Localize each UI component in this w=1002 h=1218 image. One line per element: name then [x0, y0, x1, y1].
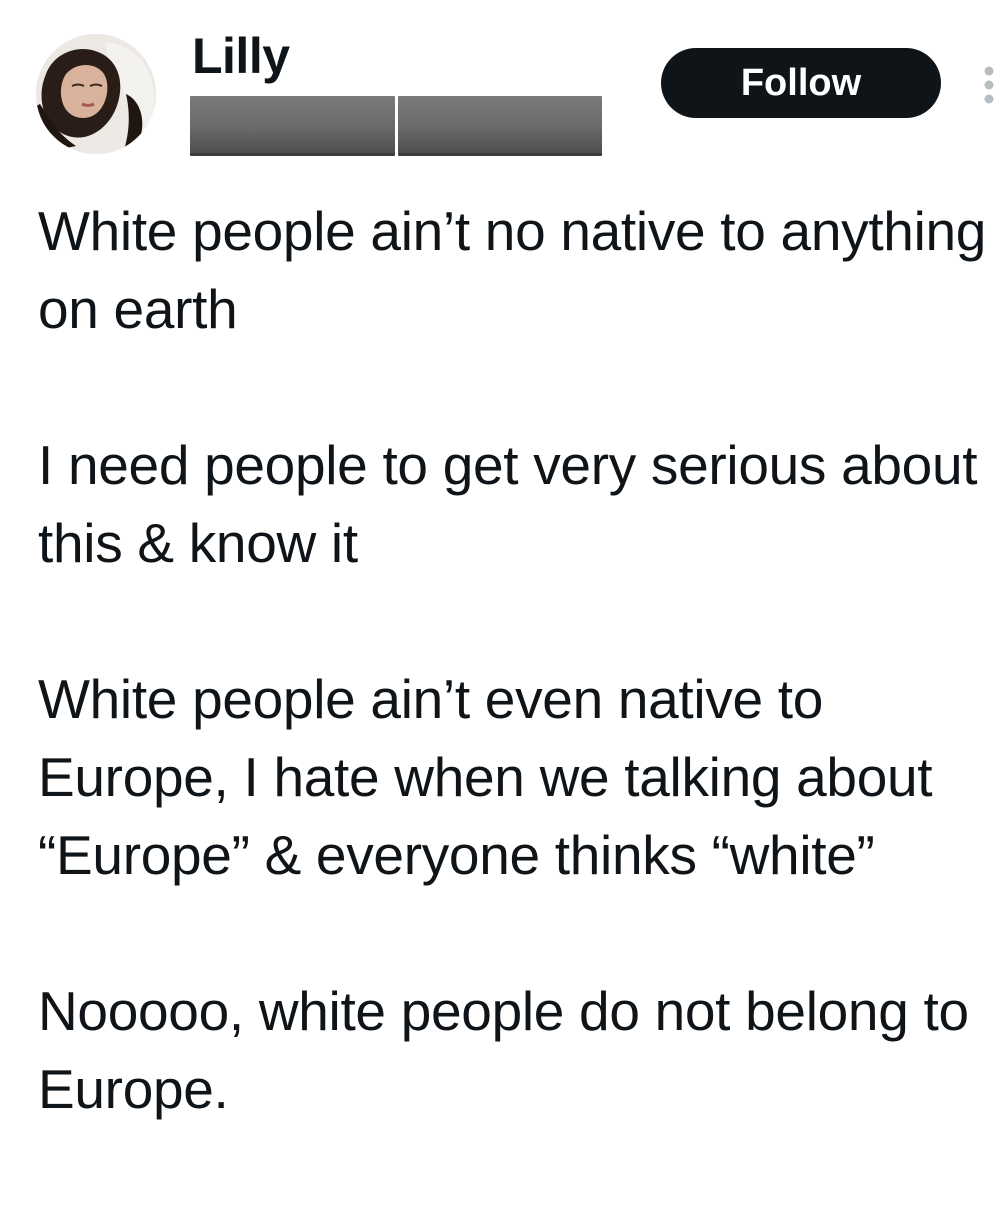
more-vertical-icon	[984, 66, 994, 104]
tweet-paragraph: I need people to get very serious about …	[38, 434, 978, 574]
more-options-button[interactable]	[976, 60, 1002, 110]
tweet-paragraph: White people ain’t no native to anything…	[38, 200, 987, 340]
profile-photo	[36, 34, 156, 154]
author-display-name[interactable]: Lilly	[192, 28, 290, 84]
tweet-paragraph: Nooooo, white people do not belong to Eu…	[38, 980, 969, 1120]
redaction-block	[397, 96, 602, 156]
redacted-handle	[190, 96, 602, 156]
avatar[interactable]	[36, 34, 156, 154]
follow-button[interactable]: Follow	[661, 48, 941, 118]
tweet-paragraph: White people ain’t even native to Europe…	[38, 668, 933, 886]
redaction-block	[190, 96, 395, 156]
tweet-text: White people ain’t no native to anything…	[38, 192, 988, 1128]
